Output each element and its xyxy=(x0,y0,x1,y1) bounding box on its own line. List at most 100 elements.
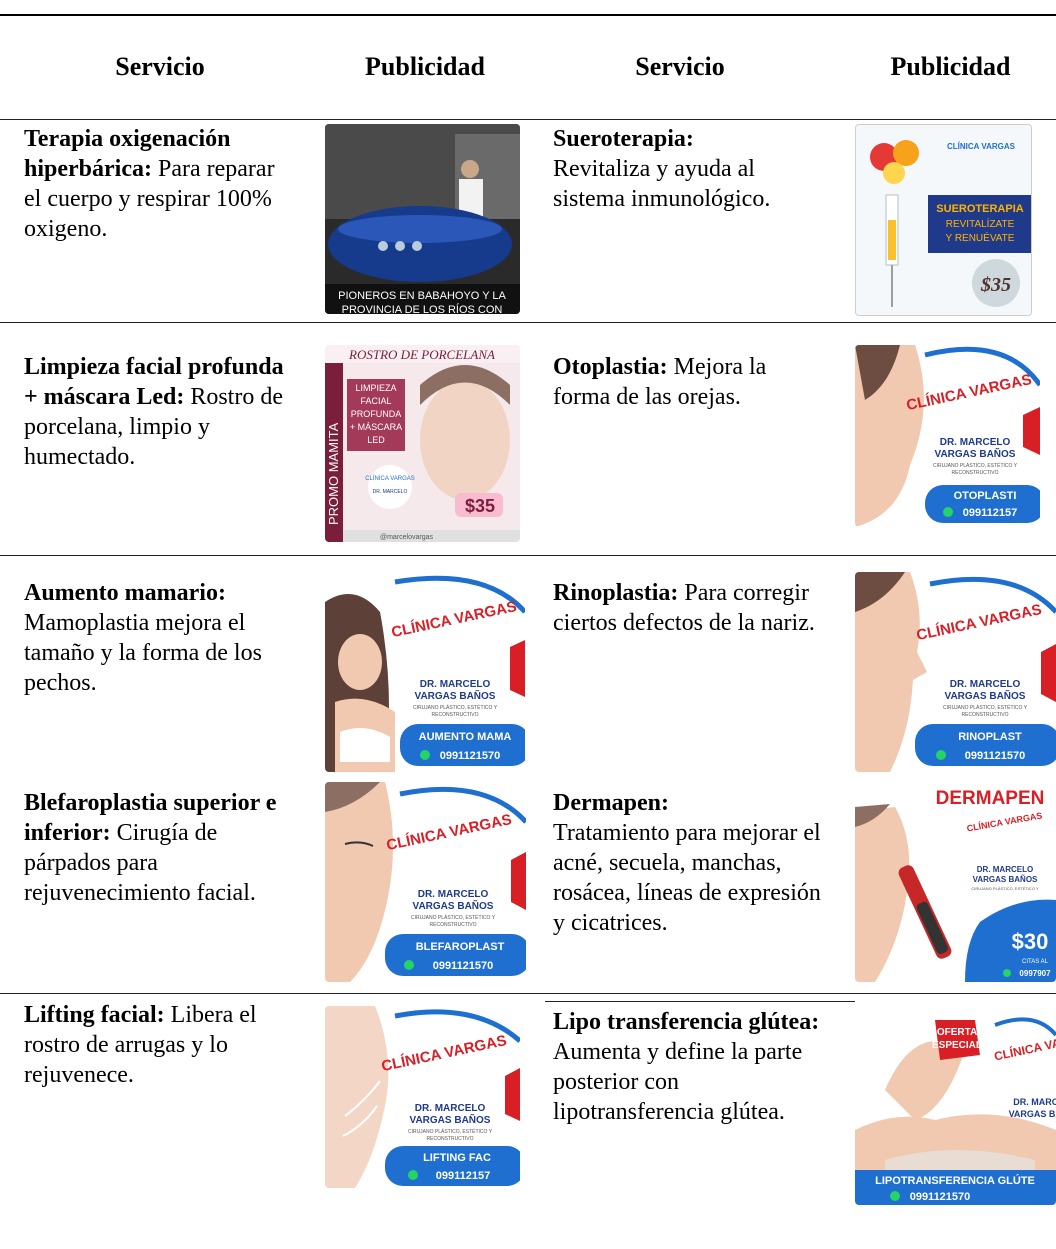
ad-price: $35 xyxy=(980,274,1011,296)
service-cell: Limpieza facial profunda + máscara Led: … xyxy=(24,352,294,472)
ad-otoplastia: CLÍNICA VARGAS DR. MARCELO VARGAS BAÑOS … xyxy=(855,345,1040,527)
ad-specialty: RECONSTRUCTIVO xyxy=(952,470,999,476)
ad-doctor: DR. MARCELO xyxy=(373,489,408,495)
ad-doctor: DR. MARCELO xyxy=(415,1103,486,1114)
ad-dermapen: DERMAPEN CLÍNICA VARGAS DR. MARCELO VARG… xyxy=(855,782,1056,982)
ad-lipo-transferencia: OFERTA ESPECIAL CLÍNICA VARGAS DR. MARCE… xyxy=(855,1010,1056,1205)
ad-doctor: DR. MARCELO xyxy=(950,679,1021,690)
row-separator xyxy=(0,993,1056,994)
ad-specialty: RECONSTRUCTIVO xyxy=(430,922,477,928)
ad-specialty: CIRUJANO PLÁSTICO, ESTÉTICO Y xyxy=(971,886,1039,891)
service-title: Rinoplastia: xyxy=(553,580,679,606)
ad-phone: 099112157 xyxy=(963,507,1017,519)
ad-doctor: DR. MARCELO xyxy=(977,865,1033,874)
ad-rinoplastia: CLÍNICA VARGAS DR. MARCELO VARGAS BAÑOS … xyxy=(855,572,1056,772)
service-description: Tratamiento para mejorar el acné, secuel… xyxy=(553,820,821,936)
ad-lifting-facial: CLÍNICA VARGAS DR. MARCELO VARGAS BAÑOS … xyxy=(325,1006,520,1188)
ad-offer: ESPECIAL xyxy=(932,1040,982,1051)
service-cell: Rinoplastia: Para corregir ciertos defec… xyxy=(553,578,823,638)
ad-label: OTOPLASTI xyxy=(954,490,1017,502)
ad-doctor: DR. MARCELO xyxy=(418,889,489,900)
header-servicio-1: Servicio xyxy=(115,52,205,81)
service-title: Lifting facial: xyxy=(24,1002,165,1028)
ad-specialty: RECONSTRUCTIVO xyxy=(962,712,1009,718)
service-cell: Sueroterapia: Revitaliza y ayuda al sist… xyxy=(553,124,823,214)
ad-offer: OFERTA xyxy=(937,1027,977,1038)
ad-label: LIFTING FAC xyxy=(423,1152,491,1164)
row-separator-right xyxy=(545,1001,855,1002)
row-separator xyxy=(0,322,1056,323)
service-title: Dermapen: xyxy=(553,790,669,816)
ad-specialty: CIRUJANO PLÁSTICO, ESTÉTICO Y xyxy=(411,914,496,921)
ad-doctor: VARGAS BAÑOS xyxy=(415,689,496,702)
ad-specialty: CIRUJANO PLÁSTICO, ESTÉTICO Y xyxy=(413,704,498,711)
service-cell: Terapia oxigenación hiperbárica: Para re… xyxy=(24,124,294,244)
ad-doctor: VARGAS BAÑOS xyxy=(413,899,494,912)
ad-phone: 0991121570 xyxy=(965,750,1026,762)
ad-price: $30 xyxy=(1012,929,1049,954)
ad-citas: CITAS AL xyxy=(1022,959,1049,965)
ad-specialty: RECONSTRUCTIVO xyxy=(432,712,479,718)
service-title: Sueroterapia: xyxy=(553,126,694,152)
ad-specialty: CIRUJANO PLÁSTICO, ESTÉTICO Y xyxy=(943,704,1028,711)
ad-specialty: CIRUJANO PLÁSTICO, ESTÉTICO Y xyxy=(933,462,1018,469)
ad-phone: 0991121570 xyxy=(433,960,494,972)
ad-specialty: CIRUJANO PLÁSTICO, ESTÉTICO Y xyxy=(408,1128,493,1135)
ad-brand: CLÍNICA VARGAS xyxy=(365,475,415,482)
ad-line: PROFUNDA xyxy=(351,409,402,419)
service-title: Otoplastia: xyxy=(553,354,668,380)
service-description: Aumenta y define la parte posterior con … xyxy=(553,1039,803,1125)
ad-label: BLEFAROPLAST xyxy=(416,941,505,953)
ad-phone: 099112157 xyxy=(436,1170,490,1182)
ad-price: $35 xyxy=(465,496,495,516)
row-separator xyxy=(0,555,1056,556)
ad-doctor: VARGAS BAÑOS xyxy=(973,875,1038,884)
ad-doctor: VARGAS BAÑOS xyxy=(410,1113,491,1126)
ad-side-label: PROMO MAMITA xyxy=(326,422,341,525)
ad-doctor: DR. MARCELO xyxy=(420,679,491,690)
table-top-rule xyxy=(0,14,1056,16)
service-title: Lipo transferencia glútea: xyxy=(553,1009,820,1035)
ad-label: LIPOTRANSFERENCIA GLÚTE xyxy=(875,1174,1035,1187)
service-description: Mamoplastia mejora el tamaño y la forma … xyxy=(24,610,262,696)
ad-limpieza-facial: ROSTRO DE PORCELANA PROMO MAMITA LIMPIEZ… xyxy=(325,345,520,542)
ad-brand: CLÍNICA VARGAS xyxy=(947,142,1016,151)
ad-line: + MÁSCARA xyxy=(350,422,402,432)
service-description: Revitaliza y ayuda al sistema inmunológi… xyxy=(553,156,771,212)
ad-doctor: VARGAS BAÑOS xyxy=(1009,1109,1056,1119)
ad-label: AUMENTO MAMA xyxy=(419,731,512,743)
service-cell: Lipo transferencia glútea: Aumenta y def… xyxy=(553,1007,823,1127)
ad-sueroterapia: CLÍNICA VARGAS SUEROTERAPIA REVITALÍZATE… xyxy=(855,124,1032,316)
ad-subtitle: Y RENUÉVATE xyxy=(946,231,1015,244)
ad-phone: 0997907 xyxy=(1019,969,1051,978)
ad-caption-line-2: PROVINCIA DE LOS RÍOS CON xyxy=(342,303,503,314)
header-servicio-2: Servicio xyxy=(635,52,725,81)
ad-aumento-mamario: CLÍNICA VARGAS DR. MARCELO VARGAS BAÑOS … xyxy=(325,572,525,772)
ad-line: LED xyxy=(367,435,385,445)
ad-doctor: VARGAS BAÑOS xyxy=(935,447,1016,460)
ad-label: RINOPLAST xyxy=(958,731,1022,743)
ad-blefaroplastia: CLÍNICA VARGAS DR. MARCELO VARGAS BAÑOS … xyxy=(325,782,526,982)
ad-line: LIMPIEZA xyxy=(355,383,396,393)
ad-phone: 0991121570 xyxy=(910,1191,971,1203)
ad-title: SUEROTERAPIA xyxy=(936,203,1023,215)
table-header-rule xyxy=(0,119,1056,120)
service-cell: Dermapen: Tratamiento para mejorar el ac… xyxy=(553,788,823,938)
ad-doctor: DR. MARCELO xyxy=(940,437,1011,448)
ad-title: DERMAPEN xyxy=(936,788,1045,809)
ad-caption-line-1: PIONEROS EN BABAHOYO Y LA xyxy=(338,290,506,302)
ad-specialty: RECONSTRUCTIVO xyxy=(427,1136,474,1142)
ad-subtitle: REVITALÍZATE xyxy=(946,217,1015,230)
header-publicidad-2: Publicidad xyxy=(890,52,1011,81)
ad-handle: @marcelovargas xyxy=(380,534,434,541)
service-cell: Otoplastia: Mejora la forma de las oreja… xyxy=(553,352,823,412)
ad-phone: 0991121570 xyxy=(440,750,501,762)
service-cell: Blefaroplastia superior e inferior: Ciru… xyxy=(24,788,294,908)
header-publicidad-1: Publicidad xyxy=(365,52,485,81)
ad-line: FACIAL xyxy=(360,396,391,406)
ad-doctor: DR. MARCELO xyxy=(1013,1097,1056,1107)
ad-oxigenacion-hiperbarica: PIONEROS EN BABAHOYO Y LA PROVINCIA DE L… xyxy=(325,124,520,314)
service-cell: Aumento mamario: Mamoplastia mejora el t… xyxy=(24,578,299,698)
service-cell: Lifting facial: Libera el rostro de arru… xyxy=(24,1000,294,1090)
service-title: Aumento mamario: xyxy=(24,580,226,606)
